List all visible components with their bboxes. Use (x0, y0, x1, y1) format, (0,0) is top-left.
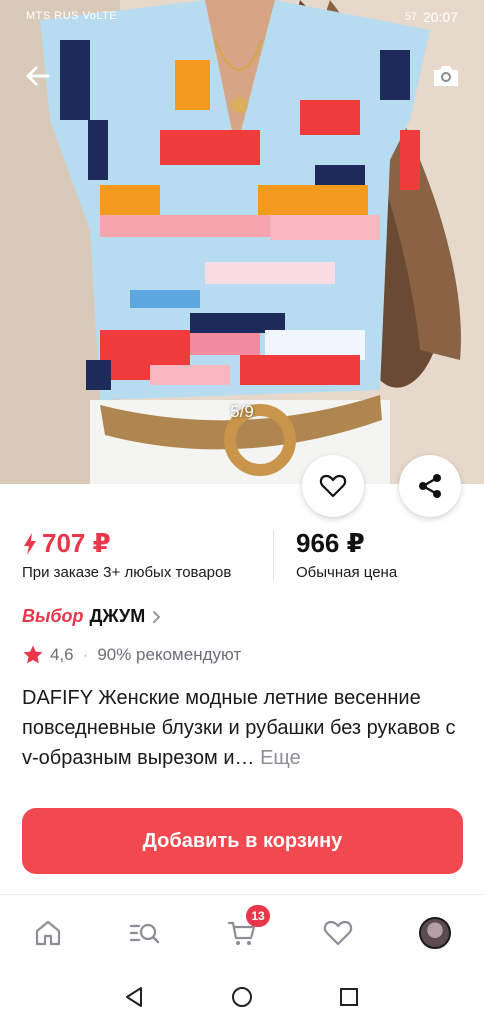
square-recent-icon (340, 988, 358, 1006)
lightning-icon (24, 532, 36, 555)
avatar (419, 917, 451, 949)
status-bar: MTS RUS VoLTE 57 20:07 (0, 0, 484, 36)
more-link[interactable]: Еще (260, 747, 301, 769)
nav-profile[interactable] (417, 915, 453, 951)
network-type: VoLTE (82, 10, 118, 22)
rating-row[interactable]: 4,6 · 90% рекомендуют (22, 644, 241, 666)
favorite-button[interactable] (302, 455, 364, 517)
gallery-counter: 5/9 (230, 402, 254, 421)
promo-price-label: При заказе 3+ любых товаров (22, 564, 232, 581)
arrow-left-icon (26, 66, 50, 86)
promo-price-value: 707 ₽ (42, 528, 111, 558)
heart-icon (319, 474, 347, 498)
bottom-nav: 13 (0, 894, 484, 972)
recommend-percent: 90% рекомендуют (97, 645, 242, 664)
nav-favorites[interactable] (320, 915, 356, 951)
camera-icon (434, 66, 458, 86)
status-time: 20:07 (422, 9, 458, 25)
share-icon (419, 474, 441, 498)
system-back-button[interactable] (121, 984, 147, 1010)
price-block: 707 ₽ При заказе 3+ любых товаров 966 ₽ … (0, 524, 484, 584)
add-to-cart-button[interactable]: Добавить в корзину (22, 808, 463, 874)
product-photo[interactable]: MTS RUS VoLTE 57 20:07 5/9 (0, 0, 484, 484)
promo-price: 707 ₽ (22, 528, 111, 559)
catalog-search-icon (129, 923, 160, 944)
system-nav-bar (0, 972, 484, 1024)
brand-pick-badge: Выбор (22, 606, 84, 626)
separator-dot: · (82, 645, 89, 664)
battery-level: 57 (404, 11, 417, 23)
back-button[interactable] (22, 60, 54, 92)
nav-cart[interactable]: 13 (224, 905, 270, 951)
triangle-back-icon (126, 987, 142, 1007)
price-divider (273, 530, 274, 580)
home-icon (35, 920, 61, 946)
carrier-name: MTS RUS (26, 10, 79, 22)
rating-value: 4,6 (50, 645, 74, 664)
camera-button[interactable] (430, 60, 462, 92)
star-icon (23, 645, 43, 664)
system-home-button[interactable] (229, 984, 255, 1010)
brand-name: ДЖУМ (89, 606, 146, 626)
chevron-right-icon (153, 610, 161, 623)
product-title-text: DAFIFY Женские модные летние весенние по… (22, 687, 456, 769)
brand-link[interactable]: Выбор ДЖУМ (22, 606, 163, 627)
nav-home[interactable] (30, 915, 66, 951)
regular-price: 966 ₽ (296, 528, 365, 558)
share-button[interactable] (399, 455, 461, 517)
system-recent-button[interactable] (336, 984, 362, 1010)
regular-price-label: Обычная цена (296, 564, 398, 581)
heart-icon (323, 920, 353, 946)
circle-home-icon (232, 987, 252, 1007)
nav-catalog[interactable] (127, 915, 163, 951)
product-title: DAFIFY Женские модные летние весенние по… (22, 683, 462, 773)
cart-badge: 13 (246, 905, 270, 927)
